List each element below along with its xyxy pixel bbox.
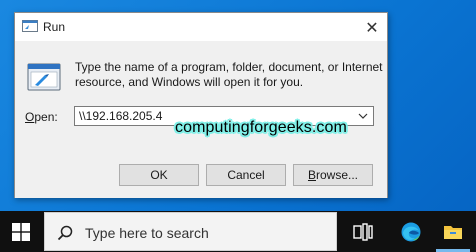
taskbar-search-box[interactable]: Type here to search: [44, 212, 337, 251]
ok-button[interactable]: OK: [119, 164, 199, 186]
description-line-2: resource, and Windows will open it for y…: [75, 75, 304, 89]
description-line-1: Type the name of a program, folder, docu…: [75, 60, 383, 74]
browse-label: rowse...: [316, 168, 359, 182]
run-app-icon: [22, 20, 38, 32]
open-label-text: pen:: [34, 110, 58, 124]
browse-accelerator: B: [307, 168, 316, 182]
button-row: OK Cancel Browse...: [15, 150, 387, 198]
file-explorer-icon[interactable]: [442, 221, 464, 243]
windows-start-icon[interactable]: [12, 223, 30, 241]
chevron-down-icon[interactable]: [356, 109, 370, 123]
window-title: Run: [43, 20, 66, 34]
open-label-accelerator: O: [25, 110, 35, 124]
cancel-button[interactable]: Cancel: [206, 164, 286, 186]
edge-icon[interactable]: [400, 221, 422, 243]
open-label: Open:: [25, 110, 58, 124]
search-icon: [57, 225, 73, 241]
task-view-icon[interactable]: [352, 221, 374, 243]
taskbar: Type here to search: [0, 211, 476, 252]
open-input-value[interactable]: \\192.168.205.4: [79, 109, 162, 123]
run-dialog: Run ✕ Type the name of a program, folder…: [14, 12, 388, 198]
close-button[interactable]: ✕: [357, 13, 387, 41]
watermark-text: computingforgeeks.com: [175, 119, 347, 136]
description-text: Type the name of a program, folder, docu…: [75, 60, 385, 90]
run-program-icon: [27, 63, 61, 91]
close-icon: ✕: [365, 17, 379, 37]
title-bar[interactable]: Run ✕: [15, 13, 387, 41]
browse-button[interactable]: Browse...: [293, 164, 373, 186]
search-placeholder[interactable]: Type here to search: [85, 225, 209, 241]
